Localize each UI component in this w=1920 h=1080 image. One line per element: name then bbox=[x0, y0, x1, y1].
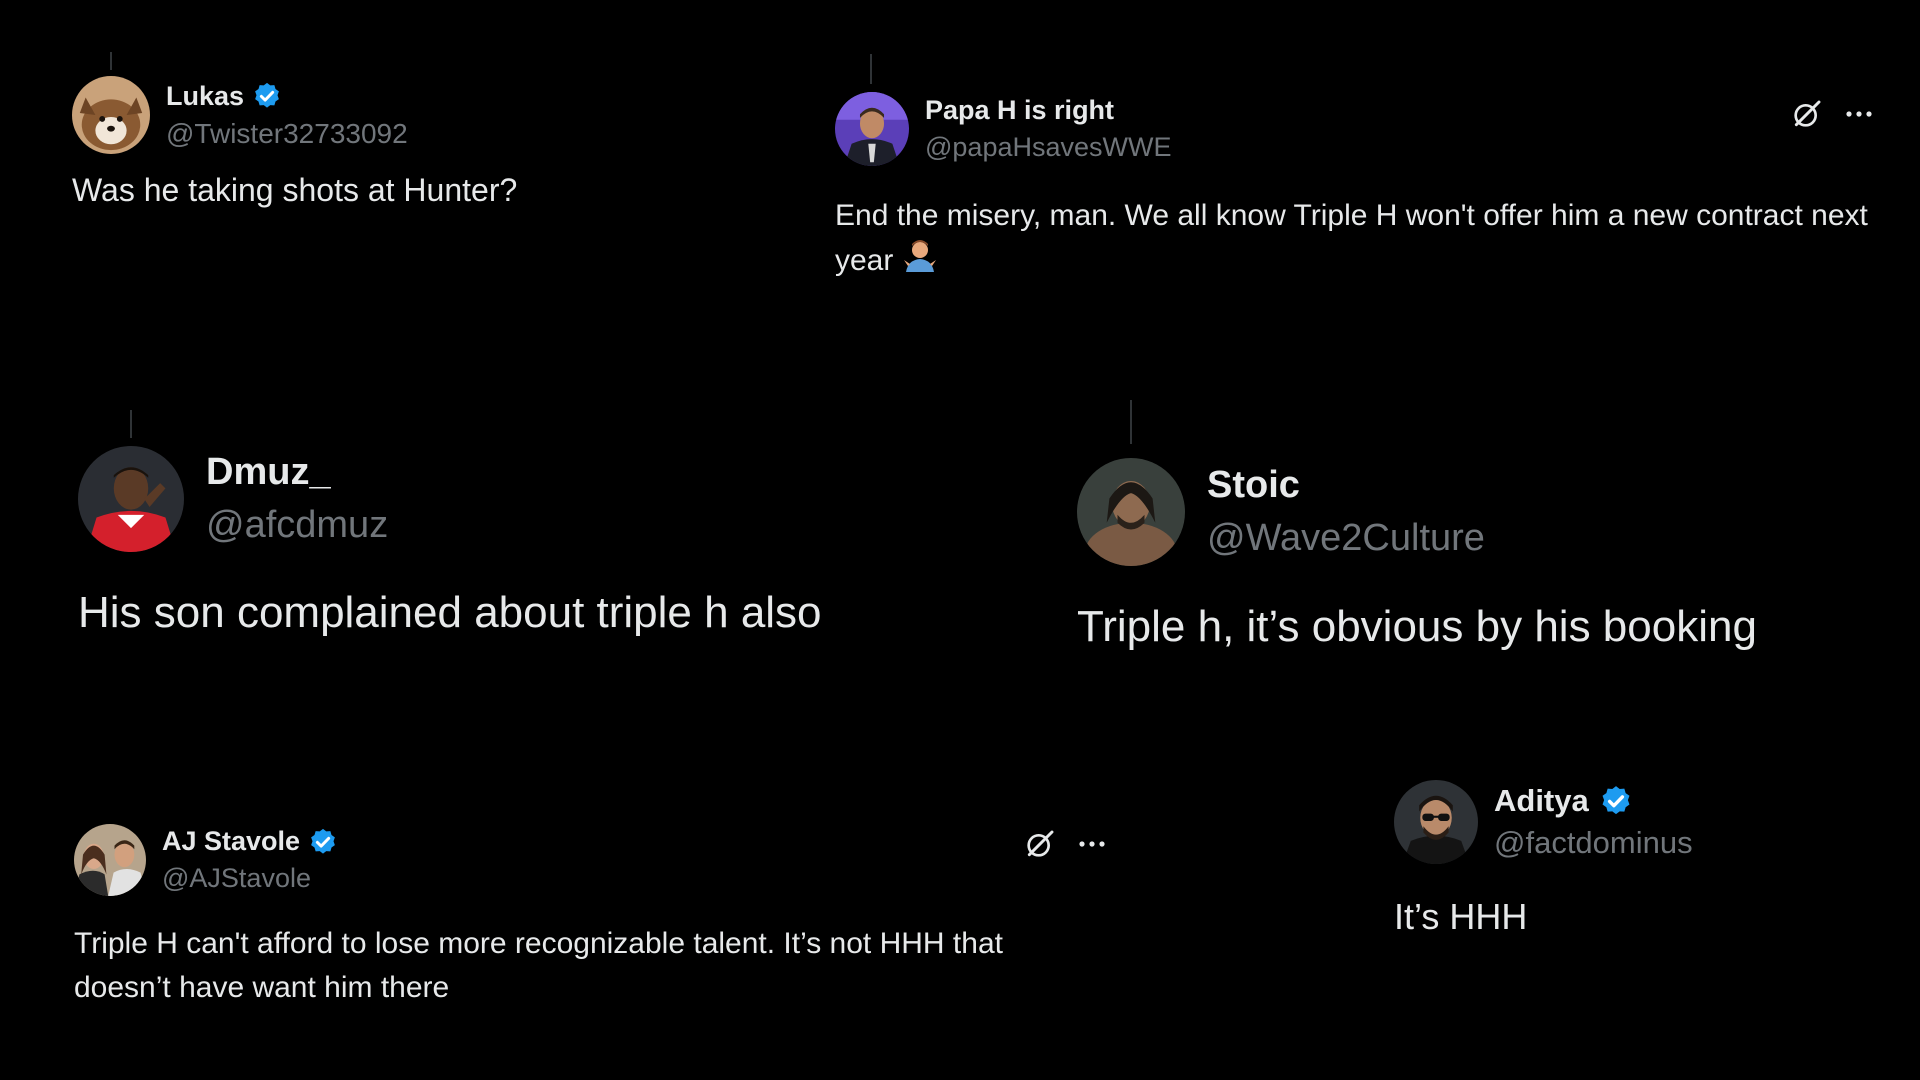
wrestler-avatar[interactable] bbox=[1077, 458, 1185, 566]
verified-badge-icon bbox=[1599, 784, 1633, 818]
grok-icon[interactable] bbox=[1791, 98, 1823, 130]
tweet-text: End the misery, man. We all know Triple … bbox=[835, 194, 1875, 283]
tweet-header: AJ Stavole @AJStavole bbox=[74, 824, 1104, 896]
tweet-card-lukas[interactable]: Lukas @Twister32733092 Was he taking sho… bbox=[72, 52, 752, 209]
tweet-header: Stoic @Wave2Culture bbox=[1077, 458, 1897, 566]
tweet-header: Lukas @Twister32733092 bbox=[72, 76, 752, 154]
man-in-suit-avatar[interactable] bbox=[835, 92, 909, 166]
tweet-text: His son complained about triple h also bbox=[78, 588, 822, 637]
user-handle[interactable]: @AJStavole bbox=[162, 863, 338, 894]
tweet-card-aditya[interactable]: Aditya @factdominus It’s HHH bbox=[1394, 780, 1894, 938]
footballer-avatar[interactable] bbox=[78, 446, 184, 552]
tweet-header: Papa H is right @papaHsavesWWE bbox=[835, 92, 1875, 166]
tweet-text: Was he taking shots at Hunter? bbox=[72, 172, 518, 208]
thread-line bbox=[1130, 400, 1132, 444]
display-name[interactable]: Aditya bbox=[1494, 783, 1589, 819]
verified-badge-icon bbox=[308, 827, 338, 857]
tweet-header: Dmuz_ @afcdmuz bbox=[78, 446, 978, 552]
display-name[interactable]: Lukas bbox=[166, 81, 244, 112]
user-handle[interactable]: @Wave2Culture bbox=[1207, 517, 1485, 560]
tweet-card-dmuz[interactable]: Dmuz_ @afcdmuz His son complained about … bbox=[78, 410, 978, 638]
couple-avatar[interactable] bbox=[74, 824, 146, 896]
tweet-text: Triple H can't afford to lose more recog… bbox=[74, 927, 1003, 1004]
display-name[interactable]: Papa H is right bbox=[925, 95, 1171, 126]
tweet-card-papa-h[interactable]: Papa H is right @papaHsavesWWE End the m… bbox=[835, 54, 1875, 283]
thread-line bbox=[130, 410, 132, 438]
tweet-text: It’s HHH bbox=[1394, 896, 1528, 937]
user-handle[interactable]: @afcdmuz bbox=[206, 504, 388, 547]
screenshot-collage: Lukas @Twister32733092 Was he taking sho… bbox=[0, 0, 1920, 1080]
thread-line bbox=[870, 54, 872, 84]
display-name[interactable]: Stoic bbox=[1207, 464, 1485, 507]
display-name[interactable]: AJ Stavole bbox=[162, 826, 300, 857]
tweet-text: Triple h, it’s obvious by his booking bbox=[1077, 602, 1757, 651]
tweet-text-body: End the misery, man. We all know Triple … bbox=[835, 199, 1868, 277]
more-icon[interactable] bbox=[1845, 110, 1873, 118]
thread-line bbox=[110, 52, 112, 70]
person-shrugging-emoji bbox=[902, 238, 938, 274]
display-name[interactable]: Dmuz_ bbox=[206, 451, 388, 494]
tweet-actions bbox=[1024, 828, 1106, 860]
more-icon[interactable] bbox=[1078, 840, 1106, 848]
verified-badge-icon bbox=[252, 81, 282, 111]
tweet-header: Aditya @factdominus bbox=[1394, 780, 1894, 864]
tweet-card-stoic[interactable]: Stoic @Wave2Culture Triple h, it’s obvio… bbox=[1077, 400, 1897, 652]
user-handle[interactable]: @factdominus bbox=[1494, 825, 1693, 861]
tweet-actions bbox=[1791, 98, 1873, 130]
user-handle[interactable]: @Twister32733092 bbox=[166, 118, 408, 150]
dog-avatar[interactable] bbox=[72, 76, 150, 154]
user-handle[interactable]: @papaHsavesWWE bbox=[925, 132, 1171, 163]
man-sunglasses-avatar[interactable] bbox=[1394, 780, 1478, 864]
grok-icon[interactable] bbox=[1024, 828, 1056, 860]
tweet-card-aj-stavole[interactable]: AJ Stavole @AJStavole Triple H can't aff… bbox=[74, 824, 1106, 1010]
